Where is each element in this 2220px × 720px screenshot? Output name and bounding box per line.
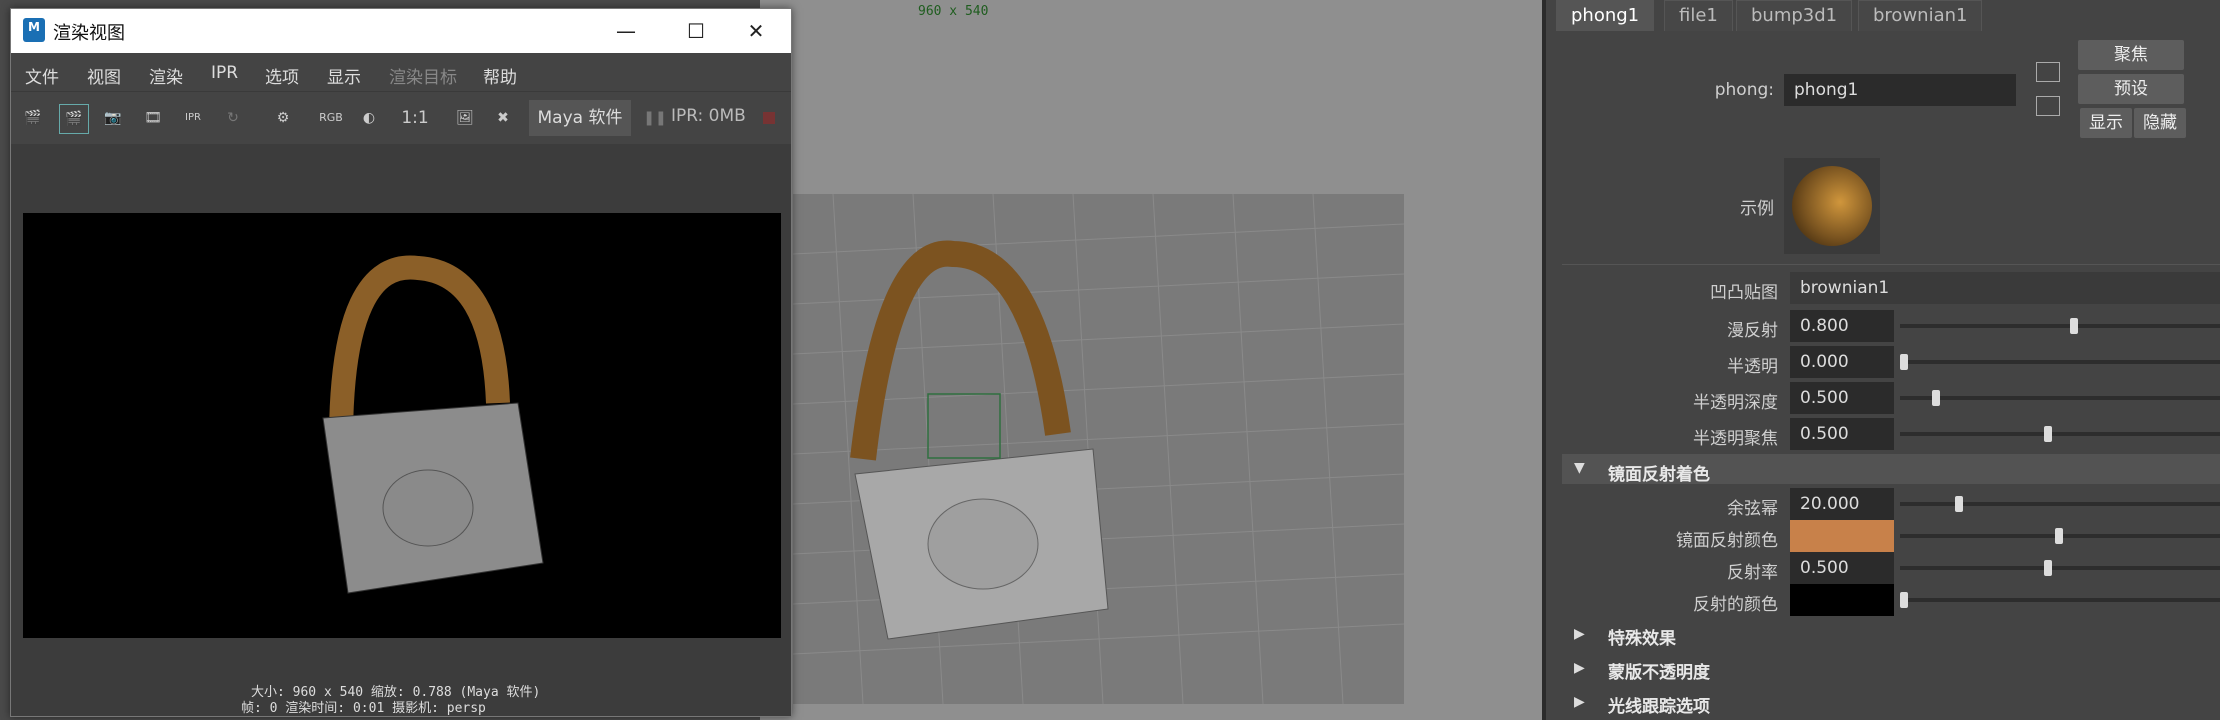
slider-handle[interactable]: [2044, 426, 2052, 442]
menu-ipr[interactable]: IPR: [211, 63, 238, 83]
expanded-arrow-icon: ▼: [1574, 460, 1585, 476]
ipr-render-icon[interactable]: IPR: [179, 104, 207, 132]
attr-value-field[interactable]: 0.800: [1790, 310, 1894, 342]
keep-image-icon[interactable]: 🖼: [451, 104, 479, 132]
input-connection-icon[interactable]: [2036, 62, 2060, 82]
slider-handle[interactable]: [1932, 390, 1940, 406]
bump-mapping-field[interactable]: brownian1: [1790, 272, 2220, 304]
window-titlebar[interactable]: M 渲染视图 — ☐ ✕: [11, 9, 791, 53]
render-region-icon[interactable]: 🎬: [59, 104, 89, 134]
window-title: 渲染视图: [53, 23, 125, 44]
slider-handle[interactable]: [1955, 496, 1963, 512]
remove-image-icon[interactable]: ✖: [489, 104, 517, 132]
presets-button[interactable]: 预设: [2078, 74, 2184, 104]
menu-options[interactable]: 选项: [265, 63, 299, 88]
slider-handle[interactable]: [2055, 528, 2063, 544]
attr-slider[interactable]: [1900, 432, 2220, 436]
rgb-channel-icon[interactable]: RGB: [317, 104, 345, 132]
divider: [1562, 264, 2220, 265]
close-icon[interactable]: ✕: [721, 9, 791, 53]
attr-value-field[interactable]: 0.000: [1790, 346, 1894, 378]
tab-brownian1[interactable]: brownian1: [1858, 0, 1983, 31]
rendered-padlock: [322, 255, 544, 594]
section-special-effects[interactable]: 特殊效果: [1608, 624, 1676, 649]
node-name-field[interactable]: phong1: [1784, 74, 2016, 106]
render-frame-icon[interactable]: 🎬: [19, 104, 47, 132]
real-size-button[interactable]: 1:1: [395, 104, 435, 132]
sample-label: 示例: [1740, 199, 1774, 219]
tab-phong1[interactable]: phong1: [1556, 0, 1655, 31]
attr-slider[interactable]: [1900, 360, 2220, 364]
menu-file[interactable]: 文件: [25, 63, 59, 88]
attr-slider[interactable]: [1900, 566, 2220, 570]
slider-handle[interactable]: [2070, 318, 2078, 334]
alpha-channel-icon[interactable]: ◐: [355, 104, 383, 132]
collapsed-arrow-icon: ▶: [1574, 694, 1585, 710]
minimize-icon[interactable]: —: [591, 9, 661, 53]
menu-display[interactable]: 显示: [327, 63, 361, 88]
attr-slider[interactable]: [1900, 598, 2220, 602]
renderer-dropdown[interactable]: Maya 软件: [529, 100, 631, 136]
attr-label: 半透明深度: [1693, 393, 1778, 413]
render-settings-icon[interactable]: ⚙: [269, 104, 297, 132]
menu-view[interactable]: 视图: [87, 63, 121, 88]
hide-button[interactable]: 隐藏: [2134, 108, 2186, 138]
attr-label: 反射率: [1727, 563, 1778, 583]
attr-slider[interactable]: [1900, 502, 2220, 506]
attr-value-field[interactable]: 0.500: [1790, 382, 1894, 414]
menu-bar: 文件 视图 渲染 IPR 选项 显示 渲染目标 帮助: [11, 53, 791, 91]
show-button[interactable]: 显示: [2080, 108, 2132, 138]
tab-file1[interactable]: file1: [1664, 0, 1733, 31]
section-raytrace-options[interactable]: 光线跟踪选项: [1608, 692, 1710, 717]
bump-mapping-label: 凹凸贴图: [1710, 283, 1778, 303]
resolution-gate-label: 960 x 540: [918, 4, 989, 19]
refresh-icon[interactable]: ↻: [219, 104, 247, 132]
material-swatch: [1784, 158, 1880, 254]
attr-label: 反射的颜色: [1693, 595, 1778, 615]
menu-render-target[interactable]: 渲染目标: [389, 63, 457, 88]
node-type-label: phong:: [1714, 80, 1774, 100]
render-info-frame: 帧: 0 渲染时间: 0:01 摄影机: persp: [241, 701, 486, 716]
output-connection-icon[interactable]: [2036, 96, 2060, 116]
color-swatch[interactable]: [1790, 584, 1894, 616]
attr-value-field[interactable]: 0.500: [1790, 552, 1894, 584]
attr-label: 余弦幂: [1727, 499, 1778, 519]
maya-logo-icon: M: [23, 18, 45, 42]
attr-label: 漫反射: [1727, 321, 1778, 341]
render-image: [23, 213, 781, 638]
attr-label: 镜面反射颜色: [1676, 531, 1778, 551]
tab-bump3d1[interactable]: bump3d1: [1736, 0, 1853, 31]
color-swatch[interactable]: [1790, 520, 1894, 552]
attr-value-field[interactable]: 20.000: [1790, 488, 1894, 520]
snapshot-icon[interactable]: 📷: [99, 104, 127, 132]
ipr-memory-label: IPR: 0MB: [671, 106, 746, 126]
pause-icon[interactable]: ❚❚: [641, 104, 669, 132]
render-view-window: M 渲染视图 — ☐ ✕ 文件 视图 渲染 IPR 选项 显示 渲染目标 帮助 …: [10, 8, 792, 717]
menu-help[interactable]: 帮助: [483, 63, 517, 88]
attr-label: 半透明: [1727, 357, 1778, 377]
collapsed-arrow-icon: ▶: [1574, 626, 1585, 642]
menu-render[interactable]: 渲染: [149, 63, 183, 88]
attr-slider[interactable]: [1900, 396, 2220, 400]
viewport-scene: [792, 193, 1405, 705]
render-toolbar: 🎬 🎬 📷 🎞 IPR ↻ ⚙ RGB ◐ 1:1 🖼 ✖ Maya 软件 ❚❚…: [11, 91, 791, 144]
attr-value-field[interactable]: 0.500: [1790, 418, 1894, 450]
focus-button[interactable]: 聚焦: [2078, 40, 2184, 70]
attr-label: 半透明聚焦: [1693, 429, 1778, 449]
resolution-gate: [792, 193, 1405, 705]
stop-icon[interactable]: [763, 112, 775, 124]
attr-slider[interactable]: [1900, 324, 2220, 328]
slider-handle[interactable]: [1900, 592, 1908, 608]
section-matte-opacity[interactable]: 蒙版不透明度: [1608, 658, 1710, 683]
slider-handle[interactable]: [1900, 354, 1908, 370]
section-specular-title: 镜面反射着色: [1608, 465, 1710, 485]
slider-handle[interactable]: [2044, 560, 2052, 576]
render-sequence-icon[interactable]: 🎞: [139, 104, 167, 132]
collapsed-arrow-icon: ▶: [1574, 660, 1585, 676]
